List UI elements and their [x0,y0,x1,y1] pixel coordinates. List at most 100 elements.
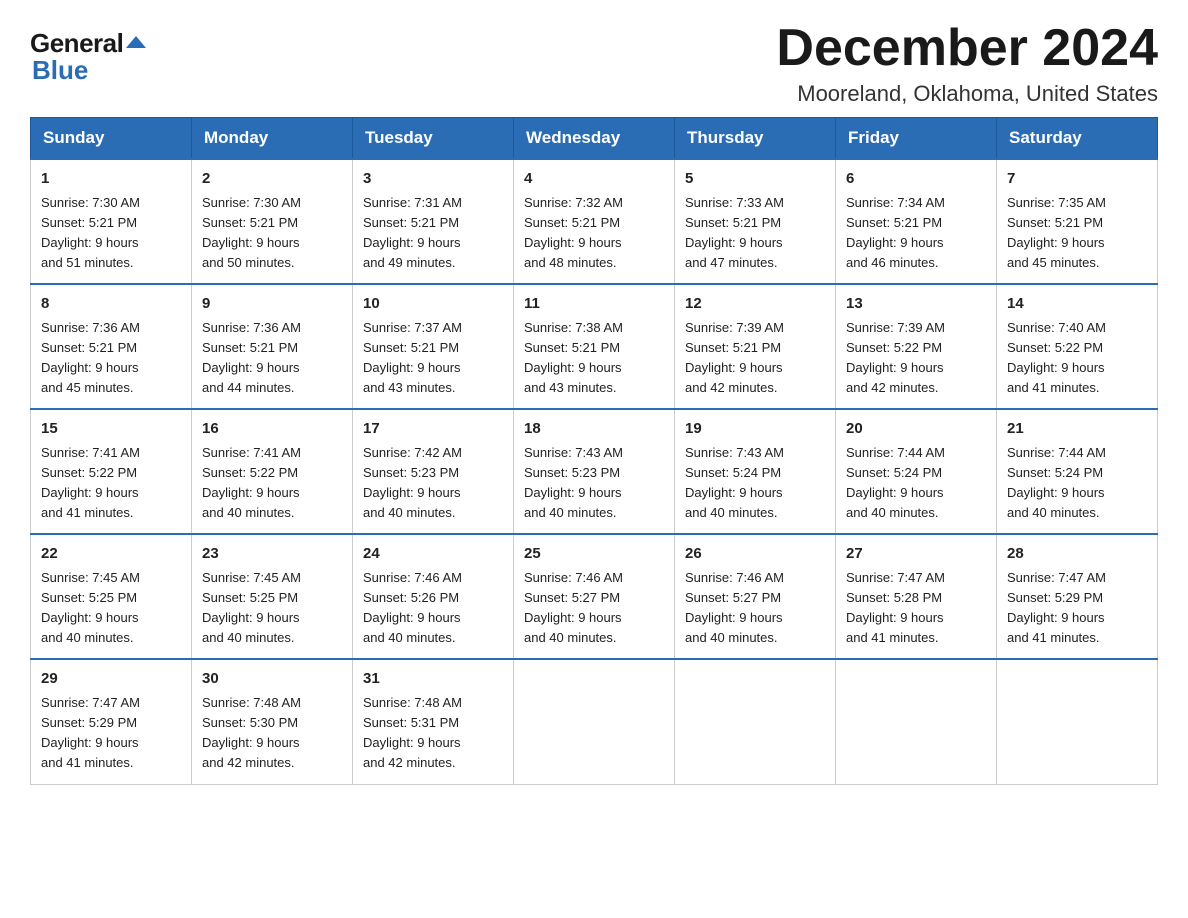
day-number: 15 [41,418,181,441]
calendar-weekday-saturday: Saturday [997,118,1158,160]
calendar-empty-cell [514,659,675,784]
day-info: Sunrise: 7:42 AMSunset: 5:23 PMDaylight:… [363,445,462,520]
day-number: 2 [202,168,342,191]
day-info: Sunrise: 7:43 AMSunset: 5:23 PMDaylight:… [524,445,623,520]
day-number: 5 [685,168,825,191]
calendar-day-8: 8 Sunrise: 7:36 AMSunset: 5:21 PMDayligh… [31,284,192,409]
day-info: Sunrise: 7:46 AMSunset: 5:26 PMDaylight:… [363,570,462,645]
day-info: Sunrise: 7:45 AMSunset: 5:25 PMDaylight:… [202,570,301,645]
calendar-week-row-5: 29 Sunrise: 7:47 AMSunset: 5:29 PMDaylig… [31,659,1158,784]
calendar-day-9: 9 Sunrise: 7:36 AMSunset: 5:21 PMDayligh… [192,284,353,409]
day-number: 22 [41,543,181,566]
day-number: 19 [685,418,825,441]
day-number: 12 [685,293,825,316]
day-number: 6 [846,168,986,191]
day-info: Sunrise: 7:36 AMSunset: 5:21 PMDaylight:… [202,320,301,395]
day-number: 8 [41,293,181,316]
day-info: Sunrise: 7:44 AMSunset: 5:24 PMDaylight:… [1007,445,1106,520]
page: General Blue December 2024 Mooreland, Ok… [0,0,1188,815]
calendar-day-14: 14 Sunrise: 7:40 AMSunset: 5:22 PMDaylig… [997,284,1158,409]
calendar-day-20: 20 Sunrise: 7:44 AMSunset: 5:24 PMDaylig… [836,409,997,534]
calendar-day-16: 16 Sunrise: 7:41 AMSunset: 5:22 PMDaylig… [192,409,353,534]
calendar-day-6: 6 Sunrise: 7:34 AMSunset: 5:21 PMDayligh… [836,159,997,284]
calendar-day-3: 3 Sunrise: 7:31 AMSunset: 5:21 PMDayligh… [353,159,514,284]
day-number: 1 [41,168,181,191]
day-number: 4 [524,168,664,191]
calendar-day-24: 24 Sunrise: 7:46 AMSunset: 5:26 PMDaylig… [353,534,514,659]
day-number: 28 [1007,543,1147,566]
calendar-week-row-1: 1 Sunrise: 7:30 AMSunset: 5:21 PMDayligh… [31,159,1158,284]
day-info: Sunrise: 7:48 AMSunset: 5:30 PMDaylight:… [202,695,301,770]
day-number: 20 [846,418,986,441]
calendar-weekday-monday: Monday [192,118,353,160]
calendar-day-12: 12 Sunrise: 7:39 AMSunset: 5:21 PMDaylig… [675,284,836,409]
header: General Blue December 2024 Mooreland, Ok… [30,20,1158,107]
day-info: Sunrise: 7:39 AMSunset: 5:21 PMDaylight:… [685,320,784,395]
day-number: 23 [202,543,342,566]
calendar-day-10: 10 Sunrise: 7:37 AMSunset: 5:21 PMDaylig… [353,284,514,409]
day-number: 11 [524,293,664,316]
day-info: Sunrise: 7:40 AMSunset: 5:22 PMDaylight:… [1007,320,1106,395]
page-subtitle: Mooreland, Oklahoma, United States [776,81,1158,107]
day-info: Sunrise: 7:47 AMSunset: 5:28 PMDaylight:… [846,570,945,645]
day-number: 3 [363,168,503,191]
calendar-empty-cell [997,659,1158,784]
calendar-day-18: 18 Sunrise: 7:43 AMSunset: 5:23 PMDaylig… [514,409,675,534]
day-info: Sunrise: 7:39 AMSunset: 5:22 PMDaylight:… [846,320,945,395]
day-number: 17 [363,418,503,441]
logo: General Blue [30,20,146,86]
day-number: 18 [524,418,664,441]
day-info: Sunrise: 7:31 AMSunset: 5:21 PMDaylight:… [363,195,462,270]
calendar-day-7: 7 Sunrise: 7:35 AMSunset: 5:21 PMDayligh… [997,159,1158,284]
calendar-day-1: 1 Sunrise: 7:30 AMSunset: 5:21 PMDayligh… [31,159,192,284]
calendar-day-25: 25 Sunrise: 7:46 AMSunset: 5:27 PMDaylig… [514,534,675,659]
title-block: December 2024 Mooreland, Oklahoma, Unite… [776,20,1158,107]
day-info: Sunrise: 7:48 AMSunset: 5:31 PMDaylight:… [363,695,462,770]
calendar-day-29: 29 Sunrise: 7:47 AMSunset: 5:29 PMDaylig… [31,659,192,784]
day-info: Sunrise: 7:45 AMSunset: 5:25 PMDaylight:… [41,570,140,645]
calendar-day-15: 15 Sunrise: 7:41 AMSunset: 5:22 PMDaylig… [31,409,192,534]
day-info: Sunrise: 7:30 AMSunset: 5:21 PMDaylight:… [41,195,140,270]
day-info: Sunrise: 7:47 AMSunset: 5:29 PMDaylight:… [1007,570,1106,645]
calendar-header-row: SundayMondayTuesdayWednesdayThursdayFrid… [31,118,1158,160]
day-info: Sunrise: 7:32 AMSunset: 5:21 PMDaylight:… [524,195,623,270]
calendar-day-19: 19 Sunrise: 7:43 AMSunset: 5:24 PMDaylig… [675,409,836,534]
calendar-day-13: 13 Sunrise: 7:39 AMSunset: 5:22 PMDaylig… [836,284,997,409]
day-info: Sunrise: 7:41 AMSunset: 5:22 PMDaylight:… [41,445,140,520]
logo-blue-text: Blue [30,55,88,86]
calendar-day-2: 2 Sunrise: 7:30 AMSunset: 5:21 PMDayligh… [192,159,353,284]
day-number: 13 [846,293,986,316]
day-number: 26 [685,543,825,566]
day-number: 9 [202,293,342,316]
day-number: 16 [202,418,342,441]
day-info: Sunrise: 7:44 AMSunset: 5:24 PMDaylight:… [846,445,945,520]
day-info: Sunrise: 7:46 AMSunset: 5:27 PMDaylight:… [524,570,623,645]
calendar-day-4: 4 Sunrise: 7:32 AMSunset: 5:21 PMDayligh… [514,159,675,284]
calendar-week-row-3: 15 Sunrise: 7:41 AMSunset: 5:22 PMDaylig… [31,409,1158,534]
calendar-day-31: 31 Sunrise: 7:48 AMSunset: 5:31 PMDaylig… [353,659,514,784]
day-info: Sunrise: 7:30 AMSunset: 5:21 PMDaylight:… [202,195,301,270]
calendar-day-26: 26 Sunrise: 7:46 AMSunset: 5:27 PMDaylig… [675,534,836,659]
day-info: Sunrise: 7:46 AMSunset: 5:27 PMDaylight:… [685,570,784,645]
day-info: Sunrise: 7:43 AMSunset: 5:24 PMDaylight:… [685,445,784,520]
day-info: Sunrise: 7:34 AMSunset: 5:21 PMDaylight:… [846,195,945,270]
calendar-day-23: 23 Sunrise: 7:45 AMSunset: 5:25 PMDaylig… [192,534,353,659]
day-number: 31 [363,668,503,691]
day-number: 10 [363,293,503,316]
day-number: 24 [363,543,503,566]
calendar-day-5: 5 Sunrise: 7:33 AMSunset: 5:21 PMDayligh… [675,159,836,284]
day-number: 29 [41,668,181,691]
calendar-week-row-4: 22 Sunrise: 7:45 AMSunset: 5:25 PMDaylig… [31,534,1158,659]
day-number: 14 [1007,293,1147,316]
calendar-weekday-sunday: Sunday [31,118,192,160]
day-info: Sunrise: 7:38 AMSunset: 5:21 PMDaylight:… [524,320,623,395]
calendar-day-11: 11 Sunrise: 7:38 AMSunset: 5:21 PMDaylig… [514,284,675,409]
calendar-day-22: 22 Sunrise: 7:45 AMSunset: 5:25 PMDaylig… [31,534,192,659]
calendar-empty-cell [836,659,997,784]
calendar-weekday-wednesday: Wednesday [514,118,675,160]
calendar-week-row-2: 8 Sunrise: 7:36 AMSunset: 5:21 PMDayligh… [31,284,1158,409]
page-title: December 2024 [776,20,1158,77]
calendar-weekday-thursday: Thursday [675,118,836,160]
calendar-table: SundayMondayTuesdayWednesdayThursdayFrid… [30,117,1158,784]
day-info: Sunrise: 7:33 AMSunset: 5:21 PMDaylight:… [685,195,784,270]
